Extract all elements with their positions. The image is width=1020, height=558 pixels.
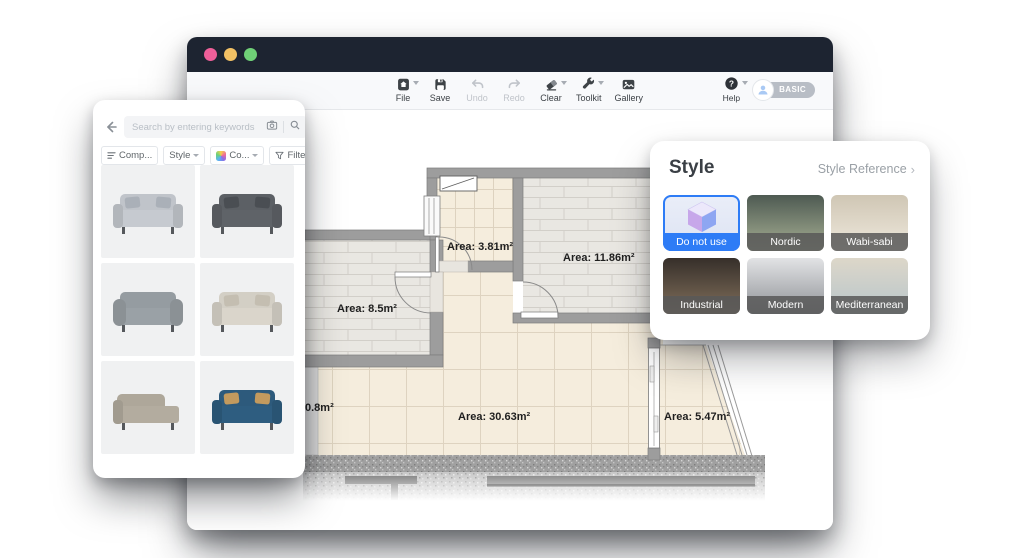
color-swatch-icon <box>216 150 227 161</box>
style-options-grid: Do not use Nordic Wabi-sabi Industrial M… <box>663 195 908 314</box>
file-label: File <box>395 93 411 103</box>
funnel-icon <box>275 151 285 160</box>
undo-icon <box>470 76 485 92</box>
clear-label: Clear <box>540 93 562 103</box>
help-label: Help <box>722 93 741 103</box>
room-left-floor[interactable] <box>305 240 430 355</box>
furniture-item-dark-gray-sofa[interactable] <box>200 165 294 258</box>
door-threshold <box>436 260 469 273</box>
furniture-catalog-panel: Comp... Style Co... Filters <box>93 100 305 478</box>
clear-caret-icon <box>560 81 567 85</box>
file-button[interactable]: File <box>391 76 419 103</box>
filter-chip-filters[interactable]: Filters <box>269 146 305 165</box>
furniture-item-light-gray-sofa[interactable] <box>101 165 195 258</box>
search-box <box>124 116 305 138</box>
help-caret-icon <box>742 81 749 85</box>
area-label-right-room: Area: 11.86m² <box>563 252 635 264</box>
save-button[interactable]: Save <box>428 76 452 103</box>
eraser-icon <box>544 76 567 92</box>
svg-text:?: ? <box>729 79 734 89</box>
magnifier-icon[interactable] <box>289 118 301 136</box>
toolkit-caret-icon <box>598 81 605 85</box>
window-titlebar <box>187 37 833 72</box>
back-arrow-icon[interactable] <box>103 119 119 135</box>
maximize-window-button[interactable] <box>244 48 257 61</box>
gallery-button[interactable]: Gallery <box>614 76 644 103</box>
style-option-industrial[interactable]: Industrial <box>663 258 740 314</box>
close-window-button[interactable] <box>204 48 217 61</box>
area-label-balcony: Area: 5.47m² <box>664 411 730 423</box>
area-label-small-room: Area: 3.81m² <box>447 241 513 253</box>
room-right-floor[interactable] <box>523 178 663 313</box>
style-reference-link[interactable]: Style Reference › <box>818 162 915 177</box>
save-icon <box>433 76 448 92</box>
door-threshold <box>429 271 444 313</box>
undo-label: Undo <box>466 93 488 103</box>
style-option-nordic[interactable]: Nordic <box>747 195 824 251</box>
area-label-living: Area: 30.63m² <box>458 411 530 423</box>
gallery-label: Gallery <box>614 93 644 103</box>
screenshot-root: File Save Undo Redo Clear Toolkit Galler… <box>0 0 1020 558</box>
filter-chip-components[interactable]: Comp... <box>101 146 159 165</box>
search-divider <box>283 121 284 133</box>
chevron-right-icon: › <box>910 161 915 177</box>
file-caret-icon <box>412 81 419 85</box>
save-label: Save <box>429 93 451 103</box>
help-button[interactable]: ? Help <box>722 76 749 103</box>
style-option-wabi-sabi[interactable]: Wabi-sabi <box>831 195 908 251</box>
furniture-grid <box>101 165 294 454</box>
redo-icon <box>507 76 522 92</box>
furniture-item-blue-fabric-sofa[interactable] <box>200 361 294 454</box>
camera-icon[interactable] <box>266 118 278 136</box>
style-option-modern[interactable]: Modern <box>747 258 824 314</box>
area-label-left-room: Area: 8.5m² <box>337 303 397 315</box>
wrench-icon <box>581 76 605 92</box>
list-lines-icon <box>107 152 116 159</box>
ground-fade <box>303 472 765 506</box>
redo-label: Redo <box>503 93 525 103</box>
style-panel: Style Style Reference › Do not use Nordi… <box>650 141 930 340</box>
style-panel-title: Style <box>669 157 715 178</box>
minimize-window-button[interactable] <box>224 48 237 61</box>
style-option-mediterranean[interactable]: Mediterranean <box>831 258 908 314</box>
user-avatar-icon <box>752 78 775 101</box>
sliding-door[interactable] <box>648 347 660 449</box>
account-menu[interactable]: BASIC <box>752 78 815 101</box>
clear-button[interactable]: Clear <box>539 76 567 103</box>
gallery-icon <box>621 76 636 92</box>
chevron-down-icon <box>193 154 200 157</box>
file-icon <box>396 76 419 92</box>
help-icon: ? <box>724 76 749 93</box>
furniture-item-cream-sofa[interactable] <box>200 263 294 356</box>
exterior-ground <box>303 455 765 472</box>
toolkit-label: Toolkit <box>576 93 602 103</box>
redo-button[interactable]: Redo <box>502 76 526 103</box>
furniture-item-beige-chaise-sofa[interactable] <box>101 361 195 454</box>
search-input[interactable] <box>130 120 266 134</box>
undo-button[interactable]: Undo <box>465 76 489 103</box>
filter-chip-style[interactable]: Style <box>163 146 206 165</box>
chevron-down-icon <box>252 154 259 157</box>
toolkit-button[interactable]: Toolkit <box>576 76 605 103</box>
area-label-partial: 0.8m² <box>305 402 334 414</box>
furniture-item-gray-loveseat[interactable] <box>101 263 195 356</box>
style-option-do-not-use[interactable]: Do not use <box>663 195 740 251</box>
filter-chip-color[interactable]: Co... <box>210 146 265 165</box>
